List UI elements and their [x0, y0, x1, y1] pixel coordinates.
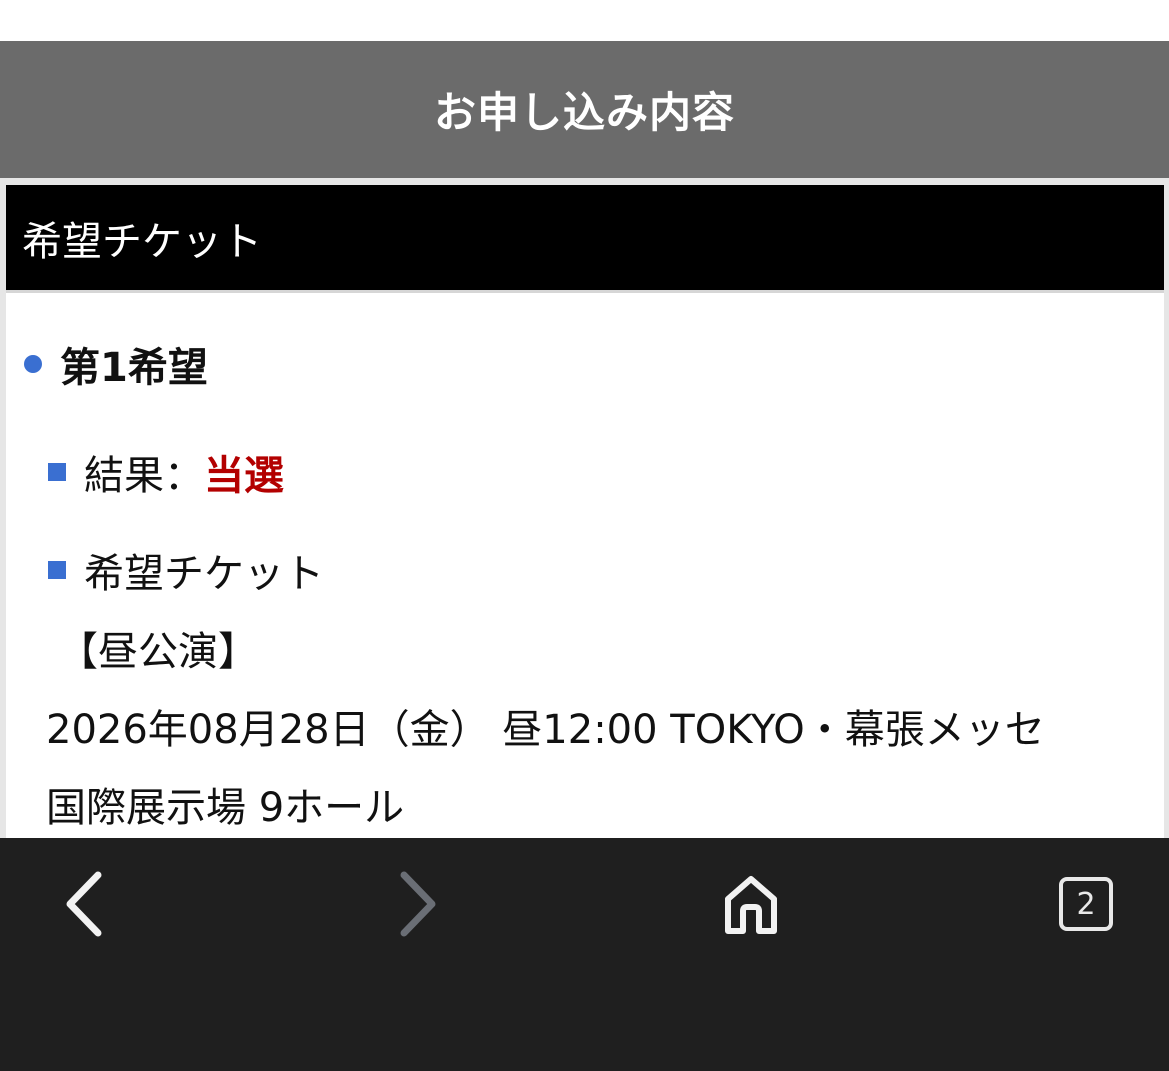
- choice-heading: 第1希望: [24, 335, 208, 393]
- ticket-row: 希望チケット: [48, 541, 324, 599]
- page-header: お申し込み内容: [0, 41, 1169, 178]
- performance-label: 【昼公演】: [58, 629, 258, 675]
- result-row: 結果： 当選: [48, 443, 284, 501]
- bullet-dot-icon: [24, 355, 42, 373]
- page-title: お申し込み内容: [433, 88, 735, 137]
- back-button[interactable]: [48, 868, 120, 940]
- performance-detail-line1: 2026年08月28日（金） 昼12:00 TOKYO・幕張メッセ: [46, 707, 1045, 753]
- ticket-label: 希望チケット: [84, 551, 324, 597]
- chevron-right-icon: [400, 871, 436, 937]
- forward-button[interactable]: [382, 868, 454, 940]
- browser-toolbar: 2: [0, 838, 1169, 1071]
- status-strip: [0, 0, 1169, 41]
- result-value: 当選: [204, 453, 284, 499]
- chevron-left-icon: [66, 871, 102, 937]
- performance-detail-line2: 国際展示場 9ホール: [46, 785, 405, 831]
- tab-count: 2: [1059, 877, 1113, 931]
- content-area: 希望チケット 第1希望 結果： 当選 希望チケット 【昼公演】 2026年08月…: [0, 178, 1169, 838]
- result-label: 結果：: [84, 453, 204, 499]
- home-button[interactable]: [715, 868, 787, 940]
- section-title: 希望チケット: [22, 218, 262, 265]
- home-icon: [725, 876, 777, 934]
- section-header: 希望チケット: [6, 185, 1164, 293]
- choice-title: 第1希望: [60, 345, 208, 391]
- bullet-square-icon: [48, 561, 66, 579]
- tabs-button[interactable]: 2: [1050, 868, 1122, 940]
- application-panel: 希望チケット 第1希望 結果： 当選 希望チケット 【昼公演】 2026年08月…: [6, 185, 1164, 838]
- bullet-square-icon: [48, 463, 66, 481]
